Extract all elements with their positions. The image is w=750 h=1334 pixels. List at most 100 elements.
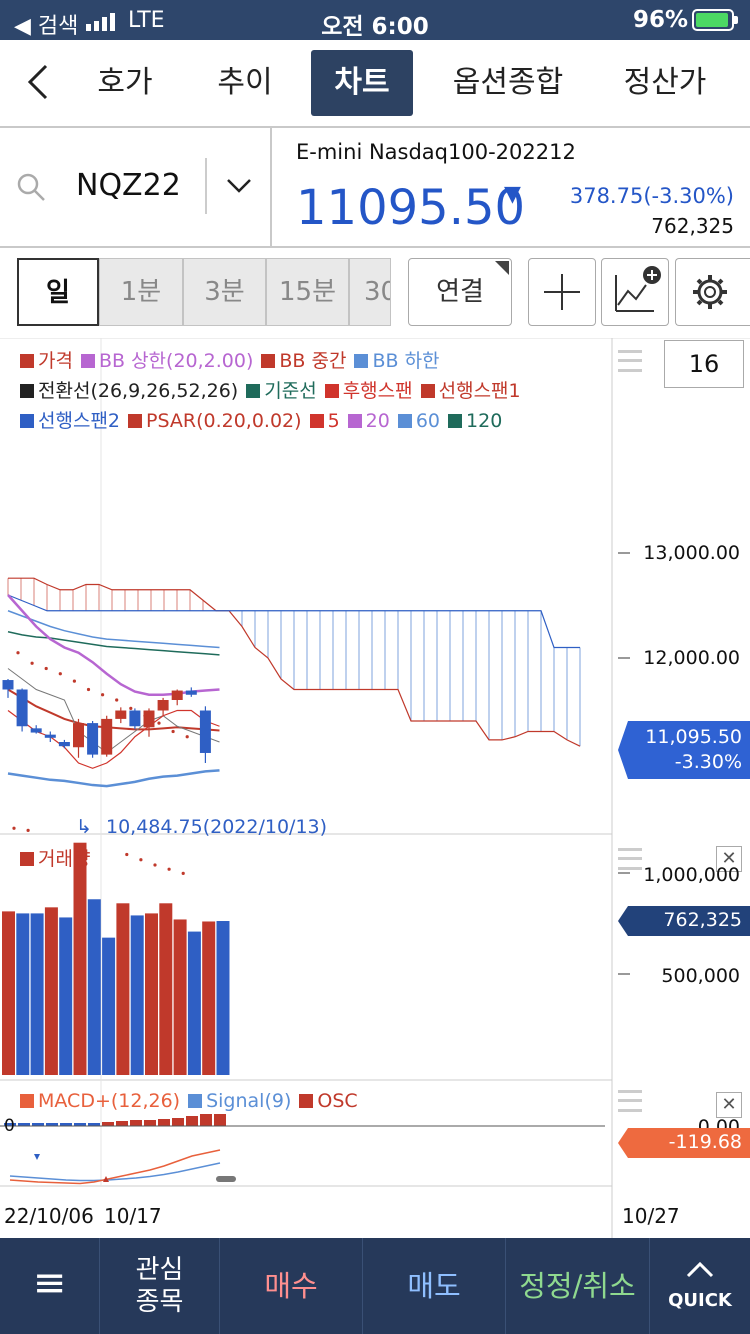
price-legend-row1: 가격 BB 상한(20,2.00) BB 중간 BB 하한 <box>20 346 448 373</box>
symbol-selector[interactable]: NQZ22 <box>0 128 272 246</box>
candle-body <box>129 710 141 727</box>
psar-dot <box>26 828 30 832</box>
crosshair-icon[interactable] <box>528 258 596 326</box>
candle-body <box>157 700 169 711</box>
candle-body <box>58 742 70 747</box>
ma5-line <box>7 709 220 769</box>
interval-day[interactable]: 일 <box>17 258 99 326</box>
quick-button[interactable]: QUICK <box>650 1238 750 1334</box>
osc-bar <box>116 1121 128 1126</box>
current-price-tag: 11,095.50 -3.30% <box>618 721 750 779</box>
candle-body <box>73 723 84 748</box>
visible-bars-count[interactable]: 16 <box>664 340 744 388</box>
macd-lines <box>4 1114 226 1185</box>
chevron-up-icon <box>686 1261 714 1278</box>
psar-dot <box>30 661 34 665</box>
macd-zero-label: 0 <box>4 1116 15 1136</box>
search-icon <box>16 172 46 206</box>
candles <box>2 679 211 763</box>
signal-down-marker <box>34 1154 40 1160</box>
interval-15min[interactable]: 15분 <box>266 258 349 326</box>
battery-percent: 96% <box>632 7 688 33</box>
status-bar: ◀ 검색 LTE 오전 6:00 96% <box>0 0 750 40</box>
tab-orderbook[interactable]: 호가 <box>80 50 170 116</box>
volume-bar <box>16 913 30 1075</box>
tab-options[interactable]: 옵션종합 <box>438 50 578 116</box>
link-button-label: 연결 <box>436 277 484 307</box>
down-arrow-icon: ▼ <box>504 182 521 207</box>
interval-toolbar: 일 1분 3분 15분 30 연결 <box>0 258 750 328</box>
tab-chart[interactable]: 차트 <box>311 50 413 116</box>
current-macd-tag: -119.68 <box>618 1128 750 1158</box>
interval-30min[interactable]: 30 <box>349 258 391 326</box>
legend-item: 5 <box>309 410 340 432</box>
price-axis-label: 12,000.00 <box>643 647 740 669</box>
candle-body <box>44 734 56 738</box>
volume-bar <box>73 842 87 1075</box>
modify-cancel-button[interactable]: 정정/취소 <box>506 1238 650 1334</box>
legend-item: MACD+(12,26) <box>20 1090 180 1112</box>
date-axis-label: 10/17 <box>104 1204 162 1228</box>
sell-button[interactable]: 매도 <box>363 1238 506 1334</box>
gear-icon[interactable] <box>675 258 750 326</box>
volume-bar <box>59 917 73 1075</box>
tab-settlement[interactable]: 정산가 <box>600 50 730 116</box>
battery-icon <box>692 9 738 31</box>
psar-dot <box>101 693 105 697</box>
psar-dot <box>72 679 76 683</box>
legend-item: 선행스팬1 <box>420 380 521 402</box>
panel-handle-icon[interactable] <box>618 848 642 870</box>
legend-item: 60 <box>397 410 440 432</box>
top-nav: 호가 추이 차트 옵션종합 정산가 <box>0 40 750 128</box>
close-icon[interactable]: ✕ <box>716 1092 742 1118</box>
tab-trend[interactable]: 추이 <box>200 50 290 116</box>
bottom-bar: ≡ 관심 종목 매수 매도 정정/취소 QUICK <box>0 1238 750 1334</box>
low-marker-icon: ↳ <box>76 816 92 838</box>
buy-button[interactable]: 매수 <box>220 1238 363 1334</box>
volume-bar <box>145 913 158 1075</box>
symbol-name: E-mini Nasdaq100-202212 <box>296 140 576 164</box>
psar-dot <box>181 871 185 876</box>
menu-icon[interactable]: ≡ <box>0 1238 100 1334</box>
interest-button[interactable]: 관심 종목 <box>100 1238 220 1334</box>
link-button[interactable]: 연결 <box>408 258 512 326</box>
corner-marker-icon <box>495 261 509 275</box>
current-volume-tag: 762,325 <box>618 906 750 936</box>
volume-axis-label: 500,000 <box>661 965 740 987</box>
quick-label: QUICK <box>668 1290 732 1311</box>
candle-body <box>199 710 211 753</box>
volume-legend: 거래량 <box>20 844 90 871</box>
psar-dot <box>143 714 147 718</box>
price-legend-row3: 선행스팬2 PSAR(0.20,0.02) 5 20 60 120 <box>20 406 510 433</box>
volume-bar <box>202 921 216 1075</box>
scroll-handle[interactable] <box>216 1176 236 1182</box>
panel-handle-icon[interactable] <box>618 350 642 372</box>
bb-lower-line <box>7 769 220 788</box>
psar-dot <box>58 672 62 676</box>
volume-bar <box>187 931 201 1075</box>
chevron-down-icon[interactable] <box>224 174 254 202</box>
volume-bar <box>173 919 187 1075</box>
volume-value: 762,325 <box>651 214 734 238</box>
interval-3min[interactable]: 3분 <box>183 258 266 326</box>
candle-body <box>171 690 183 700</box>
volume-bar <box>216 921 230 1075</box>
psar-dot <box>185 735 189 739</box>
current-price-tag-value: 11,095.50 <box>645 726 742 748</box>
volume-bars <box>2 842 230 1075</box>
osc-bar <box>144 1120 156 1126</box>
chart-area[interactable]: 가격 BB 상한(20,2.00) BB 중간 BB 하한 전환선(26,9,26,5… <box>0 338 750 1238</box>
psar-dot <box>125 852 129 857</box>
add-indicator-icon[interactable] <box>601 258 669 326</box>
panel-handle-icon[interactable] <box>618 1090 642 1112</box>
psar-dot <box>157 721 161 725</box>
volume-bar <box>116 903 130 1075</box>
candle-body <box>16 689 28 727</box>
psar-dot <box>16 651 20 655</box>
current-price: 11095.50 <box>296 180 526 236</box>
osc-bar <box>186 1116 198 1126</box>
legend-item: 20 <box>347 410 390 432</box>
interval-1min[interactable]: 1분 <box>99 258 183 326</box>
back-icon[interactable] <box>20 62 60 102</box>
symbol-info: NQZ22 E-mini Nasdaq100-202212 11095.50 ▼… <box>0 128 750 248</box>
